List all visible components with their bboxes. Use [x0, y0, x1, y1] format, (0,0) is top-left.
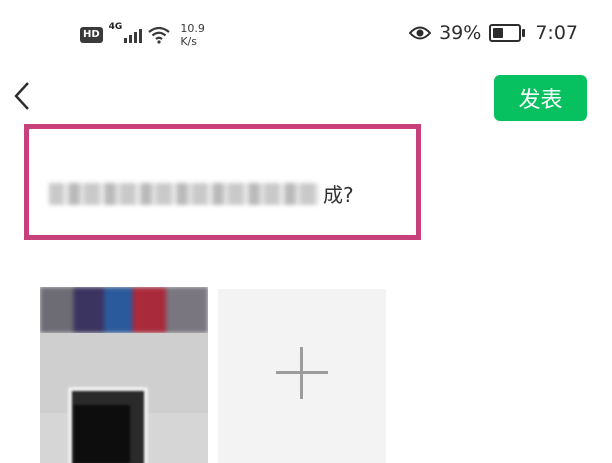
battery-percent: 39% [439, 22, 482, 44]
chevron-left-icon [14, 82, 29, 110]
status-right: 39% 7:07 [409, 22, 578, 44]
publish-button[interactable]: 发表 [494, 75, 587, 121]
add-photo-button[interactable] [218, 289, 386, 463]
hd-badge: HD [80, 27, 103, 43]
battery-icon [489, 24, 526, 42]
back-button[interactable] [8, 80, 36, 112]
network-type: 4G [108, 22, 123, 32]
speed-unit: K/s [180, 35, 197, 48]
clock: 7:07 [535, 22, 578, 44]
post-text-input[interactable]: 成? [24, 124, 421, 240]
signal-icon [124, 27, 143, 43]
post-text: 成? [49, 179, 354, 208]
battery-level [493, 28, 503, 38]
photo-thumbnail[interactable] [40, 287, 208, 463]
eye-icon [409, 26, 432, 40]
wifi-icon [148, 26, 171, 44]
blurred-text [49, 182, 319, 205]
status-bar: HD 4G 10.9 K/s 39% 7:07 [0, 0, 612, 60]
network-speed: 10.9 K/s [180, 22, 205, 48]
status-left: HD 4G 10.9 K/s [80, 18, 205, 52]
speed-value: 10.9 [180, 22, 205, 35]
post-text-visible: 成? [323, 183, 354, 207]
